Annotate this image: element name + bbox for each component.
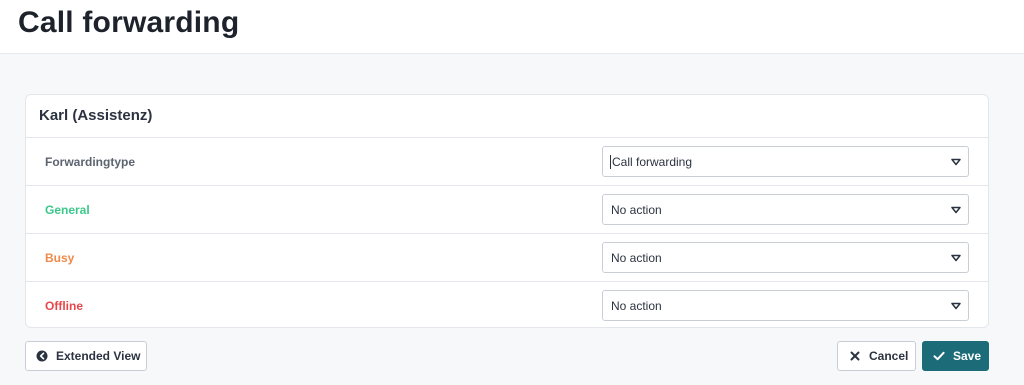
checkmark-icon [933,351,945,361]
busy-select-value: No action [611,251,662,265]
close-icon [850,351,860,361]
forwardingtype-label: Forwardingtype [45,155,136,169]
save-label: Save [953,349,982,363]
offline-label: Offline [45,299,83,313]
top-bar: Call forwarding [0,0,1024,54]
card-title: Karl (Assistenz) [26,95,988,138]
extended-view-button[interactable]: Extended View [25,341,147,371]
forwarding-row-general: General No action [26,186,988,234]
chevron-down-icon [951,254,961,262]
forwarding-row-type: Forwardingtype Call forwarding [26,138,988,186]
forwardingtype-select[interactable]: Call forwarding [602,146,969,177]
offline-select[interactable]: No action [602,290,969,321]
forwarding-row-busy: Busy No action [26,234,988,282]
chevron-down-icon [951,158,961,166]
chevron-down-icon [951,206,961,214]
extended-view-label: Extended View [56,349,141,363]
forwardingtype-select-value: Call forwarding [610,155,693,169]
page-title: Call forwarding [18,6,240,39]
general-select-value: No action [611,203,662,217]
busy-select[interactable]: No action [602,242,969,273]
chevron-down-icon [951,302,961,310]
cancel-label: Cancel [869,349,909,363]
general-label: General [45,203,90,217]
busy-label: Busy [45,251,75,265]
forwarding-card: Karl (Assistenz) Forwardingtype Call for… [25,94,989,328]
arrow-left-circle-icon [36,350,48,362]
general-select[interactable]: No action [602,194,969,225]
offline-select-value: No action [611,299,662,313]
forwarding-row-offline: Offline No action [26,282,988,327]
cancel-button[interactable]: Cancel [837,341,916,371]
save-button[interactable]: Save [922,341,989,371]
